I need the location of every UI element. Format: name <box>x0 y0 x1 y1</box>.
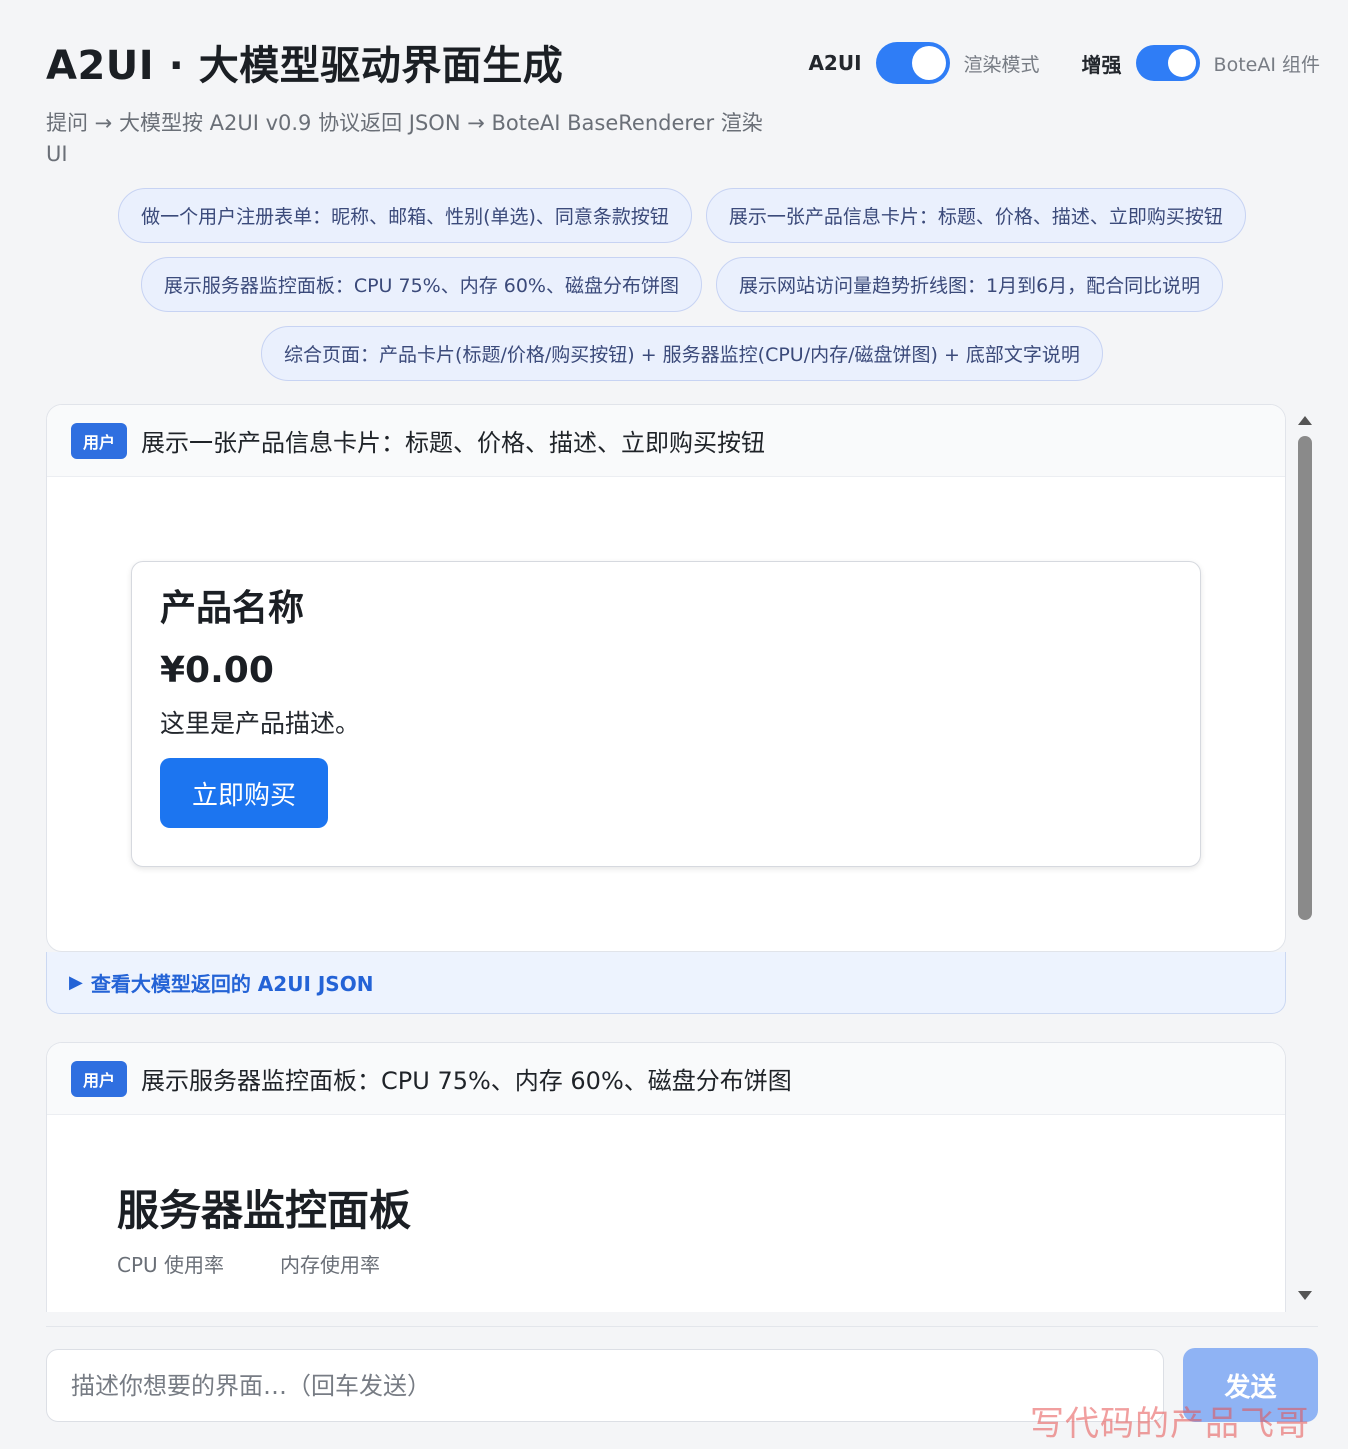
composer-divider <box>46 1326 1318 1327</box>
toggle-a2ui-desc: 渲染模式 <box>963 53 1040 76</box>
view-json-toggle[interactable]: ▶ 查看大模型返回的 A2UI JSON <box>46 952 1286 1014</box>
monitor-labels: CPU 使用率 内存使用率 <box>117 1249 1215 1278</box>
buy-now-button[interactable]: 立即购买 <box>160 758 328 828</box>
message-feed: 用户 展示一张产品信息卡片：标题、价格、描述、立即购买按钮 产品名称 ¥0.00… <box>46 404 1286 1312</box>
product-card: 产品名称 ¥0.00 这里是产品描述。 立即购买 <box>131 561 1201 867</box>
user-badge: 用户 <box>71 1060 128 1097</box>
message-header: 用户 展示一张产品信息卡片：标题、价格、描述、立即购买按钮 <box>47 405 1285 477</box>
user-prompt: 展示一张产品信息卡片：标题、价格、描述、立即购买按钮 <box>141 429 766 457</box>
toggle-enhance-desc: BoteAI 组件 <box>1213 53 1320 76</box>
watermark: 写代码的产品飞哥 <box>1030 1404 1310 1444</box>
example-chip-product-card[interactable]: 展示一张产品信息卡片：标题、价格、描述、立即购买按钮 <box>705 188 1246 243</box>
message-header: 用户 展示服务器监控面板：CPU 75%、内存 60%、磁盘分布饼图 <box>47 1043 1285 1115</box>
page-title: A2UI · 大模型驱动界面生成 <box>46 43 564 89</box>
feed-scrollbar[interactable] <box>1294 404 1316 1312</box>
switch-knob <box>1167 49 1196 77</box>
memory-usage-label: 内存使用率 <box>280 1253 381 1277</box>
view-json-label: 查看大模型返回的 A2UI JSON <box>90 972 374 996</box>
example-chip-traffic-chart[interactable]: 展示网站访问量趋势折线图：1月到6月，配合同比说明 <box>716 257 1224 312</box>
product-description: 这里是产品描述。 <box>160 709 361 738</box>
cpu-usage-label: CPU 使用率 <box>117 1253 225 1277</box>
toggle-a2ui-switch[interactable] <box>875 42 950 84</box>
rendered-ui: 服务器监控面板 CPU 使用率 内存使用率 <box>47 1115 1285 1278</box>
message-server-monitor: 用户 展示服务器监控面板：CPU 75%、内存 60%、磁盘分布饼图 服务器监控… <box>46 1042 1286 1312</box>
toggle-enhance: 增强 BoteAI 组件 <box>1082 45 1320 81</box>
toggle-enhance-label: 增强 <box>1081 52 1122 77</box>
product-price: ¥0.00 <box>160 650 274 691</box>
scroll-down-arrow-icon[interactable] <box>1298 1291 1312 1300</box>
switch-knob <box>911 46 946 80</box>
example-prompts: 做一个用户注册表单：昵称、邮箱、性别(单选)、同意条款按钮 展示一张产品信息卡片… <box>46 188 1318 381</box>
prompt-input[interactable] <box>46 1349 1164 1422</box>
mode-toggles: A2UI 渲染模式 增强 BoteAI 组件 <box>808 40 1320 86</box>
message-product-card: 用户 展示一张产品信息卡片：标题、价格、描述、立即购买按钮 产品名称 ¥0.00… <box>46 404 1286 952</box>
rendered-ui: 产品名称 ¥0.00 这里是产品描述。 立即购买 <box>47 477 1285 951</box>
user-prompt: 展示服务器监控面板：CPU 75%、内存 60%、磁盘分布饼图 <box>141 1067 792 1095</box>
example-chip-register-form[interactable]: 做一个用户注册表单：昵称、邮箱、性别(单选)、同意条款按钮 <box>118 188 692 243</box>
toggle-enhance-switch[interactable] <box>1135 45 1200 81</box>
example-chip-server-monitor[interactable]: 展示服务器监控面板：CPU 75%、内存 60%、磁盘分布饼图 <box>140 257 702 312</box>
toggle-a2ui-label: A2UI <box>808 51 862 75</box>
product-name: 产品名称 <box>160 588 305 629</box>
toggle-a2ui: A2UI 渲染模式 <box>808 42 1040 84</box>
page-header: A2UI · 大模型驱动界面生成 提问 → 大模型按 A2UI v0.9 协议返… <box>46 38 786 170</box>
monitor-title: 服务器监控面板 <box>117 1186 412 1235</box>
page-subtitle: 提问 → 大模型按 A2UI v0.9 协议返回 JSON → BoteAI B… <box>46 111 763 166</box>
example-chip-composite-page[interactable]: 综合页面：产品卡片(标题/价格/购买按钮) + 服务器监控(CPU/内存/磁盘饼… <box>261 326 1103 381</box>
expand-triangle-icon: ▶ <box>69 972 83 993</box>
scroll-thumb[interactable] <box>1298 436 1312 920</box>
user-badge: 用户 <box>71 422 128 459</box>
scroll-up-arrow-icon[interactable] <box>1298 416 1312 425</box>
